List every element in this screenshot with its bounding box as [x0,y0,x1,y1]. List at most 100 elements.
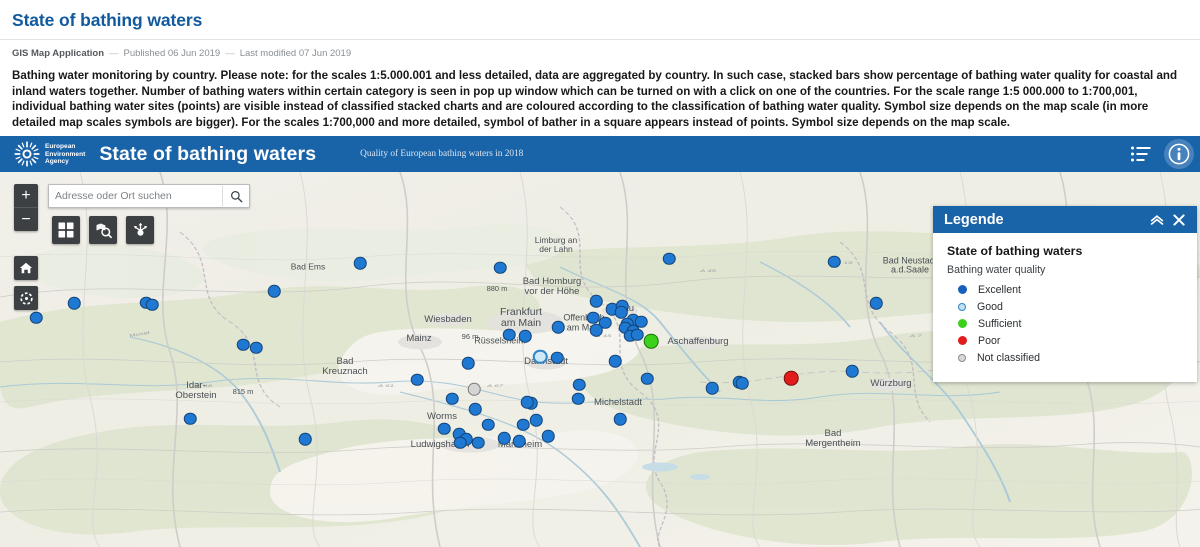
bathing-water-point[interactable] [471,436,485,450]
chevron-up-icon[interactable] [1146,209,1168,231]
bathing-water-point[interactable] [67,297,81,310]
legend-layer-title: State of bathing waters [947,244,1083,259]
legend-item-label: Not classified [977,351,1040,364]
legend-swatch-sufficient [958,319,967,329]
bathing-water-point[interactable] [298,433,312,446]
meta-published: Published 06 Jun 2019 [123,48,221,59]
bathing-water-point[interactable] [589,324,603,337]
legend-swatch-excellent [958,285,967,295]
page-metadata: GIS Map Application — Published 06 Jun 201… [0,48,1200,68]
bathing-water-point[interactable] [532,349,548,365]
bathing-water-point[interactable] [869,297,883,310]
legend-panel-header: Legende [933,206,1197,234]
bathing-water-point[interactable] [520,396,534,409]
bathing-water-point[interactable] [613,413,627,426]
bathing-water-point[interactable] [705,382,719,395]
bathing-water-point[interactable] [640,372,654,386]
bathing-water-point[interactable] [410,373,424,387]
zoom-out-button[interactable]: − [14,208,38,231]
info-glyph [1168,144,1190,165]
eea-logo-text: European Environment Agency [45,143,85,166]
legend-panel: Legende State of bathing waters Bathing … [933,206,1197,383]
bathing-water-point[interactable] [608,355,622,368]
bathing-water-point[interactable] [481,418,495,432]
bathing-water-point[interactable] [827,255,841,269]
home-button[interactable] [14,256,38,281]
bathing-water-point[interactable] [571,392,585,406]
legend-swatch-not-classified [958,353,966,362]
svg-text:A 45: A 45 [699,269,717,273]
legend-item: Poor [958,332,1183,349]
home-icon [19,263,33,274]
search-button[interactable] [222,186,249,207]
bathing-water-point[interactable] [589,295,603,308]
legend-list-icon[interactable] [1126,139,1156,169]
legend-item: Good [958,298,1183,315]
legend-item-label: Poor [978,334,1001,347]
legend-subtitle: Bathing water quality [947,264,1046,277]
bathing-water-point[interactable] [735,377,749,390]
map-canvas[interactable]: Mosel A 48 A 61 A 67 A 45 A 7 B 19 B 45 … [0,172,1200,547]
bathing-water-point[interactable] [586,311,600,325]
bathing-water-point[interactable] [662,252,676,266]
bathing-water-point[interactable] [445,392,459,406]
bathing-water-point[interactable] [437,422,451,436]
search-box[interactable] [48,184,250,209]
legend-item-label: Good [977,300,1003,313]
bathing-water-point[interactable] [353,257,367,270]
eea-logo-line-3: Agency [45,158,69,166]
bathing-water-point[interactable] [551,321,565,334]
legend-swatch-good [958,302,966,311]
meta-sep-2: — [225,48,235,59]
page-description: Bathing water monitoring by country. Ple… [12,69,1178,129]
legend-swatch-poor [958,336,967,346]
bathing-water-point[interactable] [502,328,516,342]
basemap-gallery-icon [58,222,74,238]
bathing-water-point[interactable] [529,414,543,427]
bathing-water-point[interactable] [183,412,197,426]
bathing-water-point[interactable] [541,430,555,443]
bathing-water-point[interactable] [550,351,564,365]
locate-button[interactable] [14,286,38,311]
bathing-water-point[interactable] [845,365,859,378]
query-layer-button[interactable] [89,216,117,245]
bathing-water-point[interactable] [518,330,532,343]
legend-item: Sufficient [958,315,1183,332]
bathing-water-point[interactable] [497,432,511,445]
bathing-water-point[interactable] [467,383,481,396]
map-application: European Environment Agency State of bat… [0,136,1200,547]
share-button[interactable] [126,216,154,245]
legend-panel-title: Legende [944,211,1004,228]
legend-list-glyph [1131,146,1151,162]
info-icon[interactable] [1164,139,1194,170]
bathing-water-point[interactable] [572,378,586,392]
eea-logo: European Environment Agency [14,141,85,168]
eea-logo-line-2: Environment [45,150,86,158]
bathing-water-point[interactable] [461,357,475,370]
eea-logo-line-1: European [45,142,76,150]
bathing-water-point[interactable] [453,436,467,450]
search-icon [230,190,242,203]
search-input[interactable] [49,186,222,207]
bathing-water-point[interactable] [236,338,250,352]
legend-item-label: Sufficient [978,317,1022,330]
app-subtitle: Quality of European bathing waters in 20… [360,149,524,160]
bathing-water-point[interactable] [145,298,159,312]
bathing-water-point[interactable] [29,311,43,325]
bathing-water-point[interactable] [630,328,644,342]
bathing-water-point[interactable] [643,334,659,349]
bathing-water-point[interactable] [249,341,263,355]
bathing-water-point[interactable] [783,371,799,386]
svg-text:A 67: A 67 [486,384,504,388]
bathing-water-point[interactable] [493,261,507,275]
bathing-water-point[interactable] [516,418,530,432]
zoom-in-button[interactable]: + [14,184,38,209]
bathing-water-point[interactable] [512,435,526,448]
basemap-gallery-button[interactable] [52,216,80,245]
close-icon[interactable] [1168,209,1190,231]
map-tool-row [52,216,154,245]
bathing-water-point[interactable] [267,285,281,298]
chevron-up-glyph [1150,214,1164,225]
query-layer-icon [96,223,112,239]
bathing-water-point[interactable] [468,403,482,416]
